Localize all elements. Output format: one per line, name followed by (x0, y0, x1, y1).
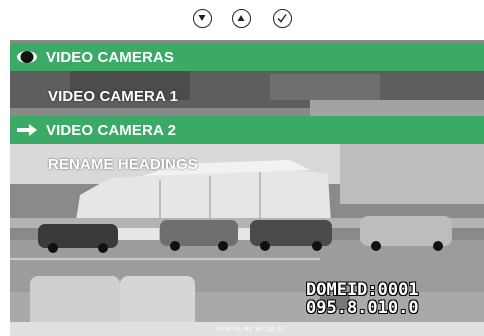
triangle-up-icon (237, 15, 245, 21)
coordinates-readout: 095.8.010.0 (306, 298, 419, 318)
menu-item-label: VIDEO CAMERA 2 (46, 121, 177, 139)
menu-header[interactable]: VIDEO CAMERAS (10, 43, 484, 71)
menu-item-camera-2[interactable]: VIDEO CAMERA 2 (10, 116, 484, 144)
menu-item-rename-headings[interactable]: RENAME HEADINGS (10, 150, 484, 178)
dome-id-readout: DOMEID:0001 (306, 280, 419, 300)
check-icon (277, 14, 287, 23)
arrow-right-icon (17, 124, 37, 136)
top-toolbar (0, 0, 484, 40)
menu-item-camera-1[interactable]: VIDEO CAMERA 1 (10, 82, 484, 110)
down-arrow-button[interactable] (193, 9, 212, 28)
menu-item-label: RENAME HEADINGS (48, 155, 198, 173)
menu-item-label: VIDEO CAMERA 1 (48, 87, 179, 105)
up-arrow-button[interactable] (232, 9, 251, 28)
timestamp-readout: 2010-01-01 00:18:57 (216, 326, 285, 333)
menu-header-label: VIDEO CAMERAS (46, 48, 174, 66)
eye-icon (17, 51, 37, 63)
confirm-button[interactable] (273, 9, 292, 28)
triangle-down-icon (198, 15, 206, 21)
